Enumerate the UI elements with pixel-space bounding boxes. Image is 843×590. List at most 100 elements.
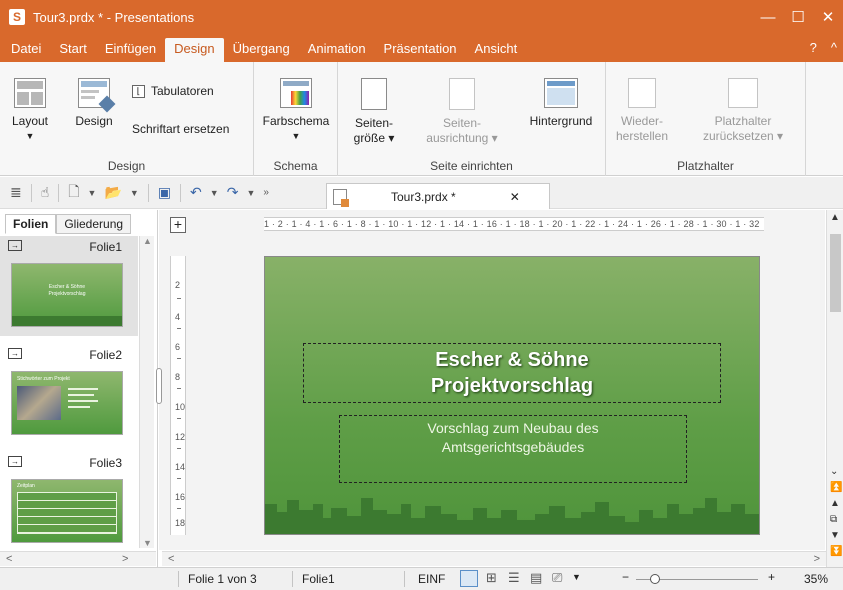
slide-item[interactable]: → Folie1 Escher & Söhne Projektvorschlag — [0, 236, 138, 336]
canvas-horizontal-scrollbar[interactable]: < > — [162, 551, 826, 566]
maximize-icon[interactable]: ☐ — [783, 0, 813, 34]
zoom-out-button[interactable]: − — [622, 570, 629, 584]
vertical-scrollbar[interactable]: ▲ ⌄ ⏫ ▲ ⧉ ▼ ⏬ — [826, 210, 843, 572]
ruler-origin-icon[interactable]: + — [170, 217, 186, 233]
last-slide-icon[interactable]: ⏬ — [830, 546, 842, 557]
scroll-left-icon[interactable]: < — [6, 553, 12, 565]
ruler-label: 2 — [175, 280, 181, 290]
reset-placeholder-icon — [728, 78, 758, 108]
vertical-ruler[interactable]: 2 4 6 8 10 12 14 16 18 — [170, 256, 186, 535]
document-icon — [333, 188, 349, 207]
notes-view-icon[interactable]: ▤ — [530, 570, 542, 586]
hand-pointer-icon[interactable]: ☝ — [37, 182, 54, 204]
layout-button[interactable]: Layout ▼ — [10, 78, 50, 144]
wiederherstellen-label-1: Wieder- — [620, 114, 663, 128]
slide-thumbnail: Zeitplan — [11, 479, 123, 543]
tab-folien[interactable]: Folien — [5, 214, 57, 234]
open-folder-icon[interactable]: 📂 — [100, 182, 125, 204]
seitenausrichtung-button[interactable]: Seiten- ausrichtung ▾ — [418, 78, 506, 146]
overflow-icon[interactable]: » — [259, 182, 273, 204]
help-icon[interactable]: ? — [810, 40, 817, 55]
scroll-up-icon[interactable]: ▲ — [143, 236, 152, 246]
tab-datei[interactable]: Datei — [2, 38, 50, 62]
chevron-down-icon[interactable]: ▼ — [126, 182, 143, 204]
close-icon[interactable]: ✕ — [510, 190, 520, 204]
title-placeholder[interactable]: Escher & Söhne Projektvorschlag — [303, 343, 721, 403]
new-document-icon[interactable]: 🗋 — [64, 182, 83, 204]
zoom-slider-handle[interactable] — [650, 574, 660, 584]
slide-thumbnails: → Folie1 Escher & Söhne Projektvorschlag… — [0, 236, 138, 561]
chevron-down-icon[interactable]: ▼ — [206, 182, 223, 204]
chevron-down-icon[interactable]: ⌄ — [830, 466, 838, 477]
thumbnail-scrollbar[interactable]: ▲ ▼ — [139, 236, 154, 548]
slide-canvas[interactable]: Escher & Söhne Projektvorschlag Vorschla… — [264, 256, 760, 535]
tab-animation[interactable]: Animation — [299, 38, 375, 62]
menu-lines-icon[interactable]: ≣ — [6, 182, 26, 204]
scroll-down-icon[interactable]: ▼ — [143, 538, 152, 548]
next-slide-icon[interactable]: ▼ — [830, 530, 840, 541]
normal-view-icon[interactable] — [460, 570, 478, 587]
slide-title-line-1: Escher & Söhne — [435, 349, 589, 371]
slide-item[interactable]: → Folie3 Zeitplan — [0, 452, 138, 552]
platzhalter-zuruecksetzen-button[interactable]: Platzhalter zurücksetzen ▾ — [686, 78, 800, 144]
zoom-level[interactable]: 35% — [804, 572, 828, 586]
chevron-down-icon[interactable]: ▼ — [572, 572, 581, 582]
separator — [58, 183, 60, 202]
collapse-ribbon-icon[interactable]: ^ — [831, 40, 837, 55]
design-button[interactable]: Design — [70, 78, 118, 129]
scroll-right-icon[interactable]: > — [814, 553, 820, 565]
slide-item[interactable]: → Folie2 Stichwörter zum Projekt — [0, 344, 138, 444]
close-icon[interactable]: ✕ — [813, 0, 843, 34]
zoom-in-button[interactable]: + — [768, 570, 775, 584]
slide-name: Folie1 — [89, 240, 122, 254]
scrollbar-thumb[interactable] — [830, 234, 841, 312]
layout-icon — [14, 78, 46, 108]
hintergrund-button[interactable]: Hintergrund — [520, 78, 602, 129]
menu-bar: Datei Start Einfügen Design Übergang Ani… — [0, 34, 843, 62]
thumb-table — [17, 492, 117, 534]
slide-sorter-icon[interactable]: ⊞ — [486, 570, 497, 586]
tab-einfuegen[interactable]: Einfügen — [96, 38, 165, 62]
group-label-schema: Schema — [273, 159, 318, 173]
outline-view-icon[interactable]: ☰ — [508, 570, 520, 586]
chevron-down-icon[interactable]: ▼ — [84, 182, 101, 204]
scroll-left-icon[interactable]: < — [168, 553, 174, 565]
slide-transition-icon: → — [8, 348, 22, 359]
thumb-title: Stichwörter zum Projekt — [17, 376, 70, 382]
document-tab[interactable]: Tour3.prdx * ✕ — [326, 183, 550, 209]
thumb-title: Zeitplan — [17, 483, 35, 489]
thumbnail-horizontal-scrollbar[interactable]: < > — [0, 551, 156, 566]
tabulatoren-button[interactable]: ⌊ Tabulatoren — [132, 84, 214, 98]
tab-ansicht[interactable]: Ansicht — [466, 38, 527, 62]
save-icon[interactable]: ▣ — [154, 182, 175, 204]
seitengroesse-button[interactable]: Seiten- größe ▾ — [346, 78, 402, 146]
chevron-down-icon: ▼ — [25, 131, 35, 141]
slide-name: Folie2 — [89, 348, 122, 362]
page-orientation-icon — [449, 78, 475, 110]
tab-praesentation[interactable]: Präsentation — [375, 38, 466, 62]
presentation-view-icon[interactable]: ⎚ — [552, 570, 562, 586]
tab-uebergang[interactable]: Übergang — [224, 38, 299, 62]
scroll-up-icon[interactable]: ▲ — [830, 212, 840, 223]
tab-start[interactable]: Start — [50, 38, 95, 62]
scroll-right-icon[interactable]: > — [122, 553, 128, 565]
undo-icon[interactable]: ↶ — [186, 182, 206, 204]
wiederherstellen-button[interactable]: Wieder- herstellen — [614, 78, 670, 144]
insert-mode[interactable]: EINF — [418, 572, 445, 586]
redo-icon[interactable]: ↷ — [223, 182, 243, 204]
schriftart-ersetzen-button[interactable]: Schriftart ersetzen — [132, 122, 229, 136]
subtitle-placeholder[interactable]: Vorschlag zum Neubau des Amtsgerichtsgeb… — [339, 415, 687, 483]
platzhalter-label-1: Platzhalter — [714, 114, 772, 128]
horizontal-ruler[interactable]: 1 · 2 · 1 · 4 · 1 · 6 · 1 · 8 · 1 · 10 ·… — [264, 217, 764, 231]
tab-design[interactable]: Design — [165, 38, 224, 62]
previous-slide-icon[interactable]: ▲ — [830, 498, 840, 509]
panel-splitter-handle[interactable] — [156, 368, 162, 404]
chevron-down-icon[interactable]: ▼ — [242, 182, 259, 204]
slide-view-icon[interactable]: ⧉ — [830, 514, 837, 525]
tab-gliederung[interactable]: Gliederung — [56, 214, 132, 234]
status-bar: Folie 1 von 3 Folie1 EINF ⊞ ☰ ▤ ⎚ ▼ − + … — [0, 567, 843, 590]
minimize-icon[interactable]: — — [753, 0, 783, 34]
window-title: Tour3.prdx * - Presentations — [33, 9, 195, 25]
first-slide-icon[interactable]: ⏫ — [830, 482, 842, 493]
farbschema-button[interactable]: Farbschema ▼ — [260, 78, 332, 144]
